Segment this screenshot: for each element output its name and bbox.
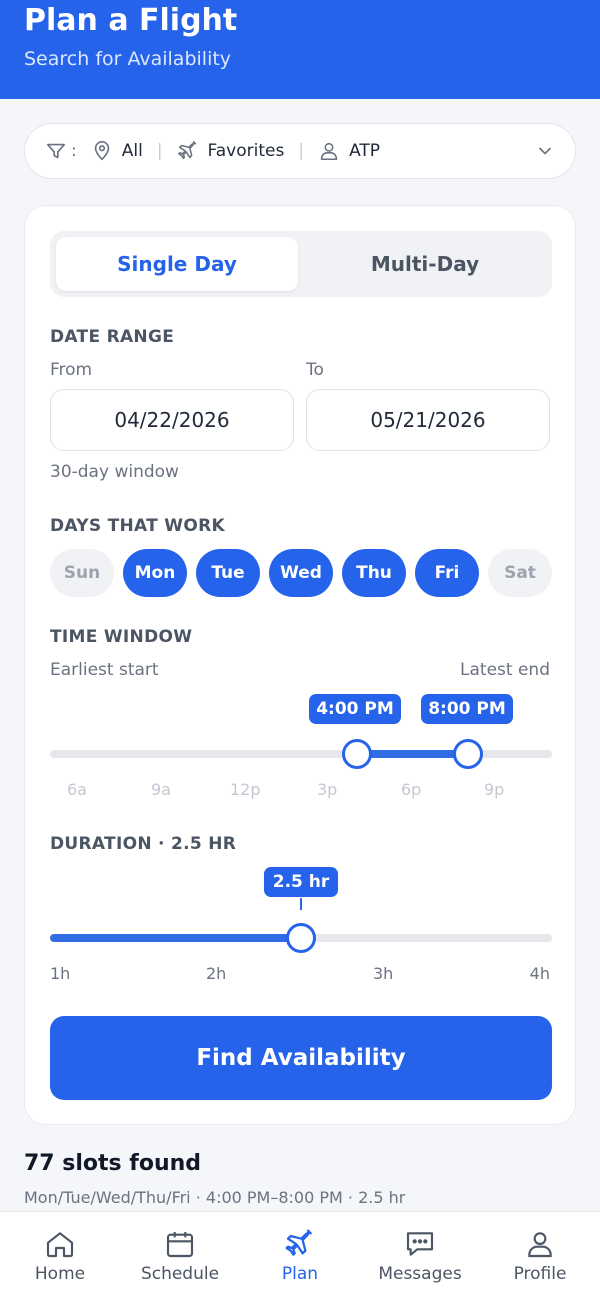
days-label: DAYS THAT WORK	[50, 516, 225, 536]
from-date-field[interactable]	[50, 389, 294, 451]
days-selector: Sun Mon Tue Wed Thu Fri Sat	[50, 549, 552, 597]
from-label: From	[50, 360, 93, 380]
user-icon	[528, 1232, 552, 1258]
tab-messages-label: Messages	[378, 1264, 462, 1284]
location-pin-icon	[91, 140, 113, 162]
filter-separator: |	[298, 141, 305, 161]
tab-plan[interactable]: Plan	[240, 1212, 360, 1299]
latest-end-label: Latest end	[460, 660, 550, 680]
window-note: 30-day window	[50, 462, 179, 482]
time-tick: 9a	[151, 780, 171, 799]
filter-instructor[interactable]: ATP	[349, 141, 380, 161]
time-window-label: TIME WINDOW	[50, 627, 193, 647]
duration-tick: 3h	[373, 964, 394, 983]
tab-home[interactable]: Home	[0, 1212, 120, 1299]
mode-toggle: Single Day Multi-Day	[50, 231, 552, 297]
day-sat[interactable]: Sat	[488, 549, 552, 597]
to-label: To	[306, 360, 324, 380]
duration-tick: 2h	[206, 964, 227, 983]
day-mon[interactable]: Mon	[123, 549, 187, 597]
duration-handle[interactable]	[286, 923, 316, 953]
time-tick: 6a	[67, 780, 87, 799]
page-title: Plan a Flight	[24, 3, 238, 38]
end-time-handle[interactable]	[453, 739, 484, 769]
search-card: Single Day Multi-Day DATE RANGE From To …	[24, 205, 576, 1125]
day-fri[interactable]: Fri	[415, 549, 479, 597]
day-sun[interactable]: Sun	[50, 549, 114, 597]
results-count: 77 slots found	[24, 1151, 202, 1176]
time-slider-range	[356, 750, 469, 758]
time-tick: 3p	[317, 780, 338, 799]
filter-bar[interactable]: : All | Favorites | ATP	[24, 123, 576, 179]
page-subtitle: Search for Availability	[24, 48, 232, 70]
tab-home-label: Home	[34, 1264, 86, 1284]
find-availability-button[interactable]: Find Availability	[50, 1016, 552, 1100]
duration-tick: 4h	[529, 964, 550, 983]
to-date-field[interactable]	[306, 389, 550, 451]
day-thu[interactable]: Thu	[342, 549, 406, 597]
duration-slider-fill	[50, 934, 301, 942]
tab-plan-label: Plan	[281, 1264, 319, 1284]
tab-single-day[interactable]: Single Day	[56, 237, 298, 291]
plane-icon	[285, 1229, 312, 1256]
tab-schedule-label: Schedule	[140, 1264, 220, 1284]
calendar-icon	[166, 1232, 194, 1258]
tab-multi-day[interactable]: Multi-Day	[304, 237, 546, 291]
earliest-start-label: Earliest start	[50, 660, 159, 680]
filter-aircraft[interactable]: Favorites	[208, 141, 285, 161]
duration-badge: 2.5 hr	[264, 867, 338, 897]
time-tick: 6p	[401, 780, 422, 799]
end-time-badge: 8:00 PM	[421, 694, 513, 724]
home-icon	[46, 1232, 74, 1258]
start-time-handle[interactable]	[341, 739, 372, 769]
results-summary: Mon/Tue/Wed/Thu/Fri · 4:00 PM–8:00 PM · …	[24, 1188, 406, 1207]
day-tue[interactable]: Tue	[196, 549, 260, 597]
start-time-badge: 4:00 PM	[309, 694, 401, 724]
duration-tick: 1h	[50, 964, 71, 983]
chevron-down-icon[interactable]	[535, 141, 555, 161]
date-range-label: DATE RANGE	[50, 327, 175, 347]
person-icon	[318, 140, 340, 162]
filter-icon	[45, 140, 67, 162]
filter-location[interactable]: All	[122, 141, 143, 161]
tab-profile[interactable]: Profile	[480, 1212, 600, 1299]
tab-messages[interactable]: Messages	[360, 1212, 480, 1299]
tab-profile-label: Profile	[513, 1264, 567, 1284]
time-tick: 9p	[484, 780, 505, 799]
app-header: Plan a Flight Search for Availability	[0, 0, 600, 99]
plane-icon	[177, 140, 199, 162]
duration-badge-pointer	[300, 898, 302, 910]
time-tick: 12p	[230, 780, 261, 799]
filter-separator: |	[156, 141, 163, 161]
day-wed[interactable]: Wed	[269, 549, 333, 597]
tab-schedule[interactable]: Schedule	[120, 1212, 240, 1299]
duration-label: DURATION · 2.5 HR	[50, 834, 237, 854]
message-icon	[406, 1232, 434, 1256]
bottom-tab-bar: Home Schedule Plan Messages Profile	[0, 1211, 600, 1299]
filter-colon: :	[71, 141, 77, 161]
